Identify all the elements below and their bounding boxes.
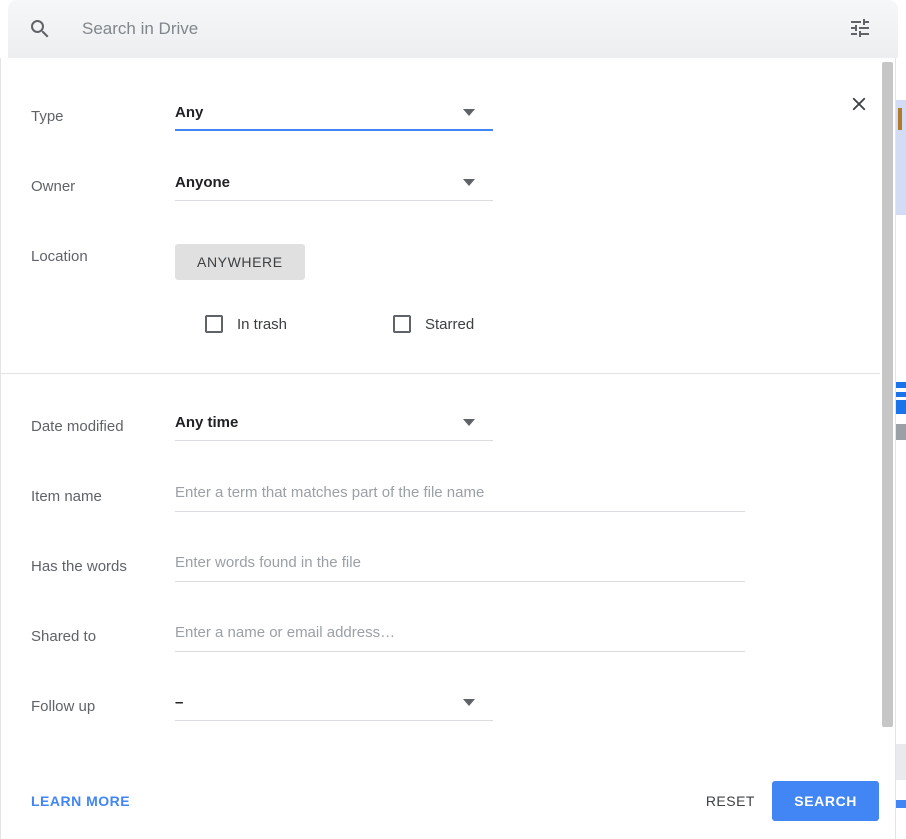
search-input[interactable] — [82, 19, 836, 39]
background-blue-bar-2 — [896, 392, 906, 397]
in-trash-checkbox[interactable] — [205, 315, 223, 333]
type-select-value: Any — [175, 104, 204, 121]
background-blue-bar-1 — [896, 382, 906, 388]
app-root: Type Any Owner Anyone Location ANYWHERE — [0, 0, 906, 839]
row-follow-up: Follow up – — [1, 694, 493, 721]
row-date-modified: Date modified Any time — [1, 414, 493, 441]
row-label-shared-to: Shared to — [31, 628, 97, 645]
has-the-words-input[interactable] — [175, 554, 745, 571]
row-label-owner: Owner — [31, 178, 76, 195]
dialog-scrollbar-thumb[interactable] — [882, 62, 893, 727]
shared-to-input[interactable] — [175, 624, 745, 641]
tune-icon — [848, 16, 872, 43]
row-owner: Owner Anyone — [1, 174, 493, 201]
dialog-scrollbar-track[interactable] — [880, 58, 895, 839]
learn-more-link[interactable]: LEARN MORE — [31, 793, 130, 809]
reset-button[interactable]: RESET — [706, 793, 755, 809]
dialog-footer: LEARN MORE RESET SEARCH — [1, 762, 895, 839]
row-item-name: Item name — [1, 484, 745, 512]
row-type: Type Any — [1, 104, 493, 131]
flag-checkbox-row: In trash Starred — [205, 315, 474, 333]
search-options-button[interactable] — [836, 5, 884, 53]
date-modified-select[interactable]: Any time — [175, 414, 493, 441]
search-submit-button[interactable]: SEARCH — [772, 780, 879, 821]
chevron-down-icon — [463, 109, 475, 116]
background-blue-bar-3 — [896, 400, 906, 414]
in-trash-label: In trash — [237, 315, 288, 333]
follow-up-select-value: – — [175, 694, 184, 711]
location-anywhere-button[interactable]: ANYWHERE — [175, 244, 305, 280]
background-page-strip — [896, 0, 906, 839]
row-label-location: Location — [31, 248, 88, 265]
owner-select[interactable]: Anyone — [175, 174, 493, 201]
shared-to-field — [175, 624, 745, 652]
item-name-input[interactable] — [175, 484, 745, 501]
chevron-down-icon — [463, 419, 475, 426]
background-file-thumb — [898, 108, 902, 130]
starred-label: Starred — [425, 315, 475, 333]
background-gray-glyph — [896, 424, 906, 440]
starred-checkbox[interactable] — [393, 315, 411, 333]
close-icon — [848, 93, 870, 118]
row-label-follow-up: Follow up — [31, 698, 96, 715]
row-location: Location ANYWHERE — [1, 244, 305, 280]
row-shared-to: Shared to — [1, 624, 745, 652]
follow-up-select[interactable]: – — [175, 694, 493, 721]
item-name-field — [175, 484, 745, 512]
row-label-item-name: Item name — [31, 488, 102, 505]
row-label-has-the-words: Has the words — [31, 558, 127, 575]
search-icon — [28, 17, 52, 41]
type-select[interactable]: Any — [175, 104, 493, 131]
has-the-words-field — [175, 554, 745, 582]
chevron-down-icon — [463, 179, 475, 186]
row-label-date-modified: Date modified — [31, 418, 124, 435]
row-has-the-words: Has the words — [1, 554, 745, 582]
row-label-type: Type — [31, 108, 64, 125]
section-divider — [1, 373, 895, 374]
close-button[interactable] — [839, 85, 879, 125]
background-accent-bar — [896, 800, 906, 808]
owner-select-value: Anyone — [175, 174, 231, 191]
starred-checkbox-item[interactable]: Starred — [393, 315, 474, 333]
chevron-down-icon — [463, 699, 475, 706]
in-trash-checkbox-item[interactable]: In trash — [205, 315, 393, 333]
date-modified-select-value: Any time — [175, 414, 239, 431]
search-bar — [8, 0, 898, 58]
advanced-search-dialog: Type Any Owner Anyone Location ANYWHERE — [0, 58, 896, 839]
background-footer-block — [896, 744, 906, 780]
